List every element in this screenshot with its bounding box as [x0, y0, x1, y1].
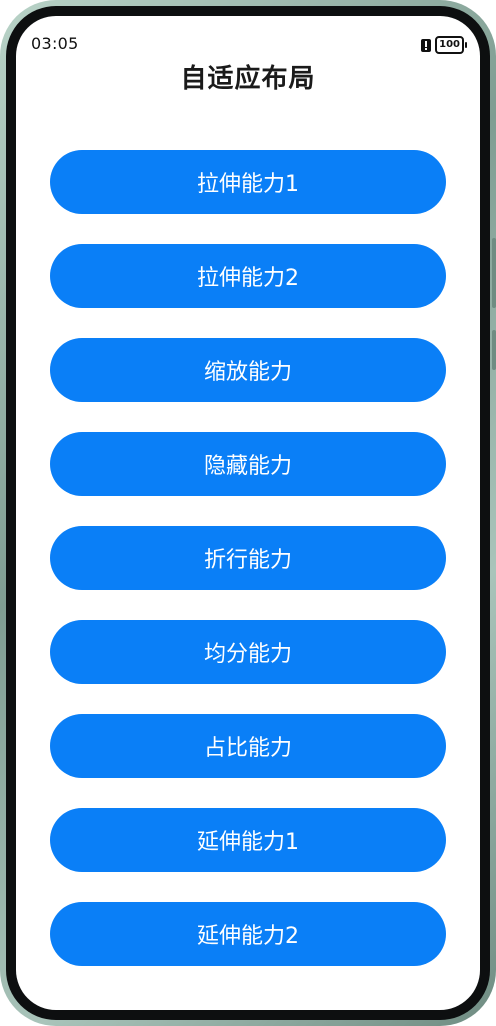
equal-distribution-capability-button[interactable]: 均分能力: [50, 620, 446, 684]
extension-capability-2-button[interactable]: 延伸能力2: [50, 902, 446, 966]
device-side-button: [492, 238, 496, 308]
wrap-capability-button[interactable]: 折行能力: [50, 526, 446, 590]
status-indicators: 100: [421, 36, 467, 54]
battery-level: 100: [439, 39, 460, 50]
stretch-capability-2-button[interactable]: 拉伸能力2: [50, 244, 446, 308]
scale-capability-button[interactable]: 缩放能力: [50, 338, 446, 402]
capability-button-list: 拉伸能力1 拉伸能力2 缩放能力 隐藏能力 折行能力 均分能力 占比能力 延伸能…: [50, 150, 446, 996]
page-title: 自适应布局: [180, 64, 316, 94]
device-volume-button: [492, 330, 496, 370]
hide-capability-button[interactable]: 隐藏能力: [50, 432, 446, 496]
app-screen: 03:05 100 自适应布局 拉伸能力1 拉伸能力2 缩放能力 隐藏能力 折行…: [16, 16, 480, 1010]
stretch-capability-1-button[interactable]: 拉伸能力1: [50, 150, 446, 214]
extension-capability-1-button[interactable]: 延伸能力1: [50, 808, 446, 872]
proportion-capability-button[interactable]: 占比能力: [50, 714, 446, 778]
notification-alert-icon: [421, 38, 432, 52]
battery-icon: 100: [435, 36, 467, 54]
status-time: 03:05: [31, 34, 79, 53]
